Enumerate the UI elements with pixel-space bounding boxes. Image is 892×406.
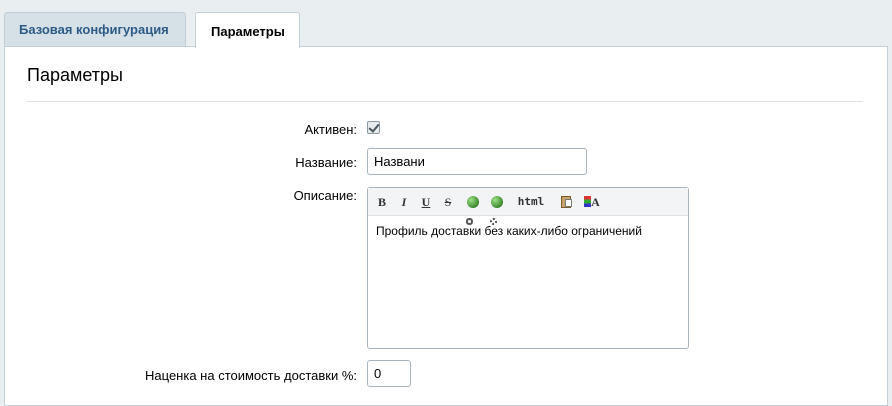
- insert-link-icon[interactable]: [464, 194, 482, 225]
- editor-toolbar: B I U S html A: [368, 188, 688, 225]
- html-mode-icon[interactable]: html: [516, 194, 546, 210]
- tab-parameters-label: Параметры: [211, 24, 285, 39]
- tab-base-config-label: Базовая конфигурация: [19, 22, 169, 37]
- strikethrough-icon[interactable]: S: [442, 194, 454, 210]
- font-color-icon[interactable]: A: [582, 194, 602, 210]
- name-input[interactable]: [367, 148, 587, 175]
- description-text[interactable]: Профиль доставки без каких-либо ограниче…: [376, 224, 680, 238]
- description-label: Описание:: [293, 188, 357, 203]
- tab-parameters[interactable]: Параметры: [195, 12, 300, 48]
- markup-input[interactable]: [367, 360, 411, 387]
- tab-base-config[interactable]: Базовая конфигурация: [4, 12, 186, 46]
- active-label: Активен:: [304, 122, 357, 137]
- markup-label: Наценка на стоимость доставки %:: [145, 368, 357, 383]
- underline-icon[interactable]: U: [420, 194, 432, 210]
- active-checkbox[interactable]: [367, 121, 380, 134]
- paste-icon[interactable]: [558, 194, 574, 210]
- name-label: Название:: [295, 155, 357, 170]
- section-divider: [27, 101, 863, 102]
- section-title: Параметры: [27, 65, 123, 85]
- italic-icon[interactable]: I: [398, 194, 410, 210]
- bold-icon[interactable]: B: [376, 194, 388, 210]
- remove-link-icon[interactable]: [488, 194, 506, 225]
- parameters-panel: Параметры Активен: Название: Описание: B…: [4, 46, 888, 406]
- font-color-label: A: [591, 195, 600, 209]
- description-editor[interactable]: B I U S html A Профиль доставки без каки…: [367, 187, 689, 349]
